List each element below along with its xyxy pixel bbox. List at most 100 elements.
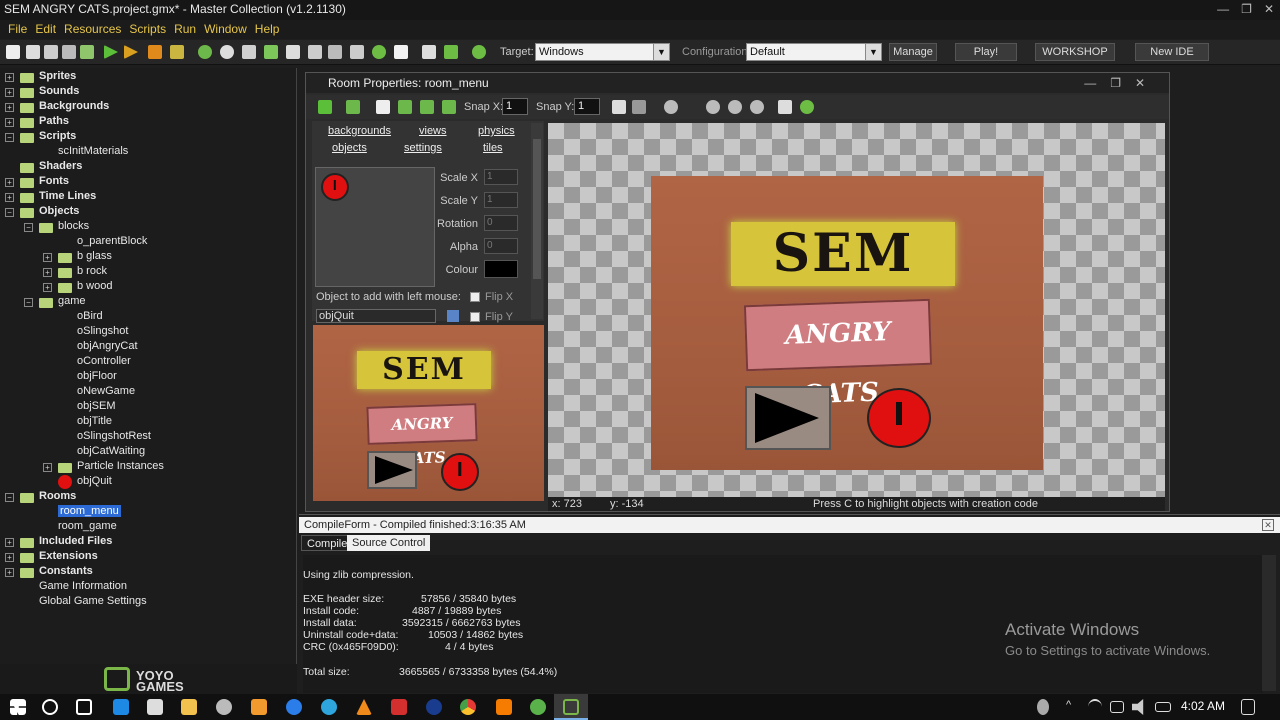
notifications-icon[interactable] — [1241, 699, 1255, 715]
flipy-checkbox[interactable] — [470, 312, 480, 322]
tree-blocks[interactable]: blocks — [58, 219, 89, 234]
object-select[interactable]: objQuit — [316, 309, 436, 323]
snapx-input[interactable]: 1 — [502, 98, 528, 115]
scaley-input[interactable]: 1 — [484, 192, 518, 208]
unlock-icon[interactable] — [442, 100, 456, 114]
scalex-input[interactable]: 1 — [484, 169, 518, 185]
collapse-toggle[interactable]: − — [5, 208, 14, 217]
gamemaker-taskbar-item[interactable] — [554, 694, 588, 720]
tab-compile[interactable]: Compile — [301, 535, 354, 551]
sem-logo[interactable]: SEM — [731, 222, 955, 286]
expand-toggle[interactable]: + — [5, 73, 14, 82]
shader-icon[interactable] — [308, 45, 322, 59]
room-mini-preview[interactable]: SEM ANGRY CATS — [313, 325, 544, 501]
app-icon[interactable] — [391, 699, 407, 715]
tab-physics[interactable]: physics — [478, 125, 515, 137]
tree-folder-item[interactable]: Particle Instances — [77, 459, 164, 474]
clean-icon[interactable] — [170, 45, 184, 59]
close-button[interactable]: ✕ — [1264, 0, 1274, 18]
tree-backgrounds[interactable]: Backgrounds — [39, 99, 109, 114]
collapse-toggle[interactable]: − — [5, 493, 14, 502]
app-icon[interactable] — [530, 699, 546, 715]
tree-object-item[interactable]: objSEM — [77, 399, 116, 414]
font-icon[interactable] — [328, 45, 342, 59]
manage-button[interactable]: Manage — [889, 43, 937, 61]
tree-object-item[interactable]: oNewGame — [77, 384, 135, 399]
tree-scripts[interactable]: Scripts — [39, 129, 76, 144]
tree-sounds[interactable]: Sounds — [39, 84, 79, 99]
tab-backgrounds[interactable]: backgrounds — [328, 125, 391, 137]
search-icon[interactable] — [42, 699, 58, 715]
menu-scripts[interactable]: Scripts — [125, 20, 170, 39]
log-scrollbar[interactable] — [1262, 555, 1276, 691]
collapse-toggle[interactable]: − — [5, 133, 14, 142]
build-icon[interactable] — [80, 45, 94, 59]
start-icon[interactable] — [10, 699, 26, 715]
list-icon[interactable] — [778, 100, 792, 114]
stop-icon[interactable] — [148, 45, 162, 59]
tree-timelines[interactable]: Time Lines — [39, 189, 96, 204]
play-object[interactable] — [745, 386, 831, 450]
tree-script-item[interactable]: scInitMaterials — [58, 144, 128, 159]
expand-toggle[interactable]: + — [5, 193, 14, 202]
isometric-icon[interactable] — [632, 100, 646, 114]
settings-icon[interactable] — [422, 45, 436, 59]
maximize-button[interactable]: ❐ — [1241, 0, 1252, 18]
tab-tiles[interactable]: tiles — [483, 142, 503, 154]
wifi-icon[interactable] — [1088, 699, 1102, 715]
expand-toggle[interactable]: + — [43, 283, 52, 292]
tree-game[interactable]: game — [58, 294, 86, 309]
vlc-icon[interactable] — [356, 699, 372, 715]
expand-toggle[interactable]: + — [5, 568, 14, 577]
target-select[interactable]: Windows ▼ — [535, 43, 670, 61]
rotation-input[interactable]: 0 — [484, 215, 518, 231]
room-icon[interactable] — [394, 45, 408, 59]
tree-paths[interactable]: Paths — [39, 114, 69, 129]
panel-scrollbar[interactable] — [531, 123, 543, 319]
minimize-button[interactable]: — — [1217, 0, 1229, 18]
timeline-icon[interactable] — [350, 45, 364, 59]
tree-constants[interactable]: Constants — [39, 564, 93, 579]
tree-shaders[interactable]: Shaders — [39, 159, 82, 174]
new-icon[interactable] — [6, 45, 20, 59]
shift-icon[interactable] — [398, 100, 412, 114]
play-button[interactable]: Play! — [955, 43, 1017, 61]
script-icon[interactable] — [286, 45, 300, 59]
menu-window[interactable]: Window — [200, 20, 251, 39]
tree-extensions[interactable]: Extensions — [39, 549, 98, 564]
clear-icon[interactable] — [376, 100, 390, 114]
object-menu-icon[interactable] — [447, 310, 459, 322]
tree-folder-item[interactable]: b rock — [77, 264, 107, 279]
close-icon[interactable]: ✕ — [1262, 519, 1274, 531]
zoom-out-icon[interactable] — [728, 100, 742, 114]
tree-game-information[interactable]: Game Information — [39, 579, 127, 594]
open-icon[interactable] — [26, 45, 40, 59]
new-ide-button[interactable]: New IDE — [1135, 43, 1209, 61]
save-icon[interactable] — [44, 45, 58, 59]
tree-object-item[interactable]: objTitle — [77, 414, 112, 429]
tab-objects[interactable]: objects — [332, 142, 367, 154]
sprite-icon[interactable] — [198, 45, 212, 59]
tree-included-files[interactable]: Included Files — [39, 534, 112, 549]
menu-help[interactable]: Help — [251, 20, 284, 39]
expand-toggle[interactable]: + — [5, 553, 14, 562]
undo-icon[interactable] — [346, 100, 360, 114]
tree-object-item[interactable]: objAngryCat — [77, 339, 138, 354]
debug-icon[interactable] — [124, 45, 138, 59]
expand-toggle[interactable]: + — [5, 118, 14, 127]
extension-icon[interactable] — [444, 45, 458, 59]
collapse-toggle[interactable]: − — [24, 298, 33, 307]
tree-object-item[interactable]: o_parentBlock — [77, 234, 147, 249]
background-icon[interactable] — [242, 45, 256, 59]
zoom-in-icon[interactable] — [706, 100, 720, 114]
help-icon[interactable] — [800, 100, 814, 114]
tree-object-item[interactable]: objCatWaiting — [77, 444, 145, 459]
battery-icon[interactable] — [1155, 702, 1171, 712]
tree-object-item[interactable]: oSlingshot — [77, 324, 128, 339]
quit-object[interactable] — [867, 388, 931, 448]
tree-global-settings[interactable]: Global Game Settings — [39, 594, 147, 609]
tree-room-selected[interactable]: room_menu — [58, 505, 121, 517]
configuration-select[interactable]: Default ▼ — [746, 43, 882, 61]
expand-toggle[interactable]: + — [5, 178, 14, 187]
sound-icon[interactable] — [220, 45, 234, 59]
